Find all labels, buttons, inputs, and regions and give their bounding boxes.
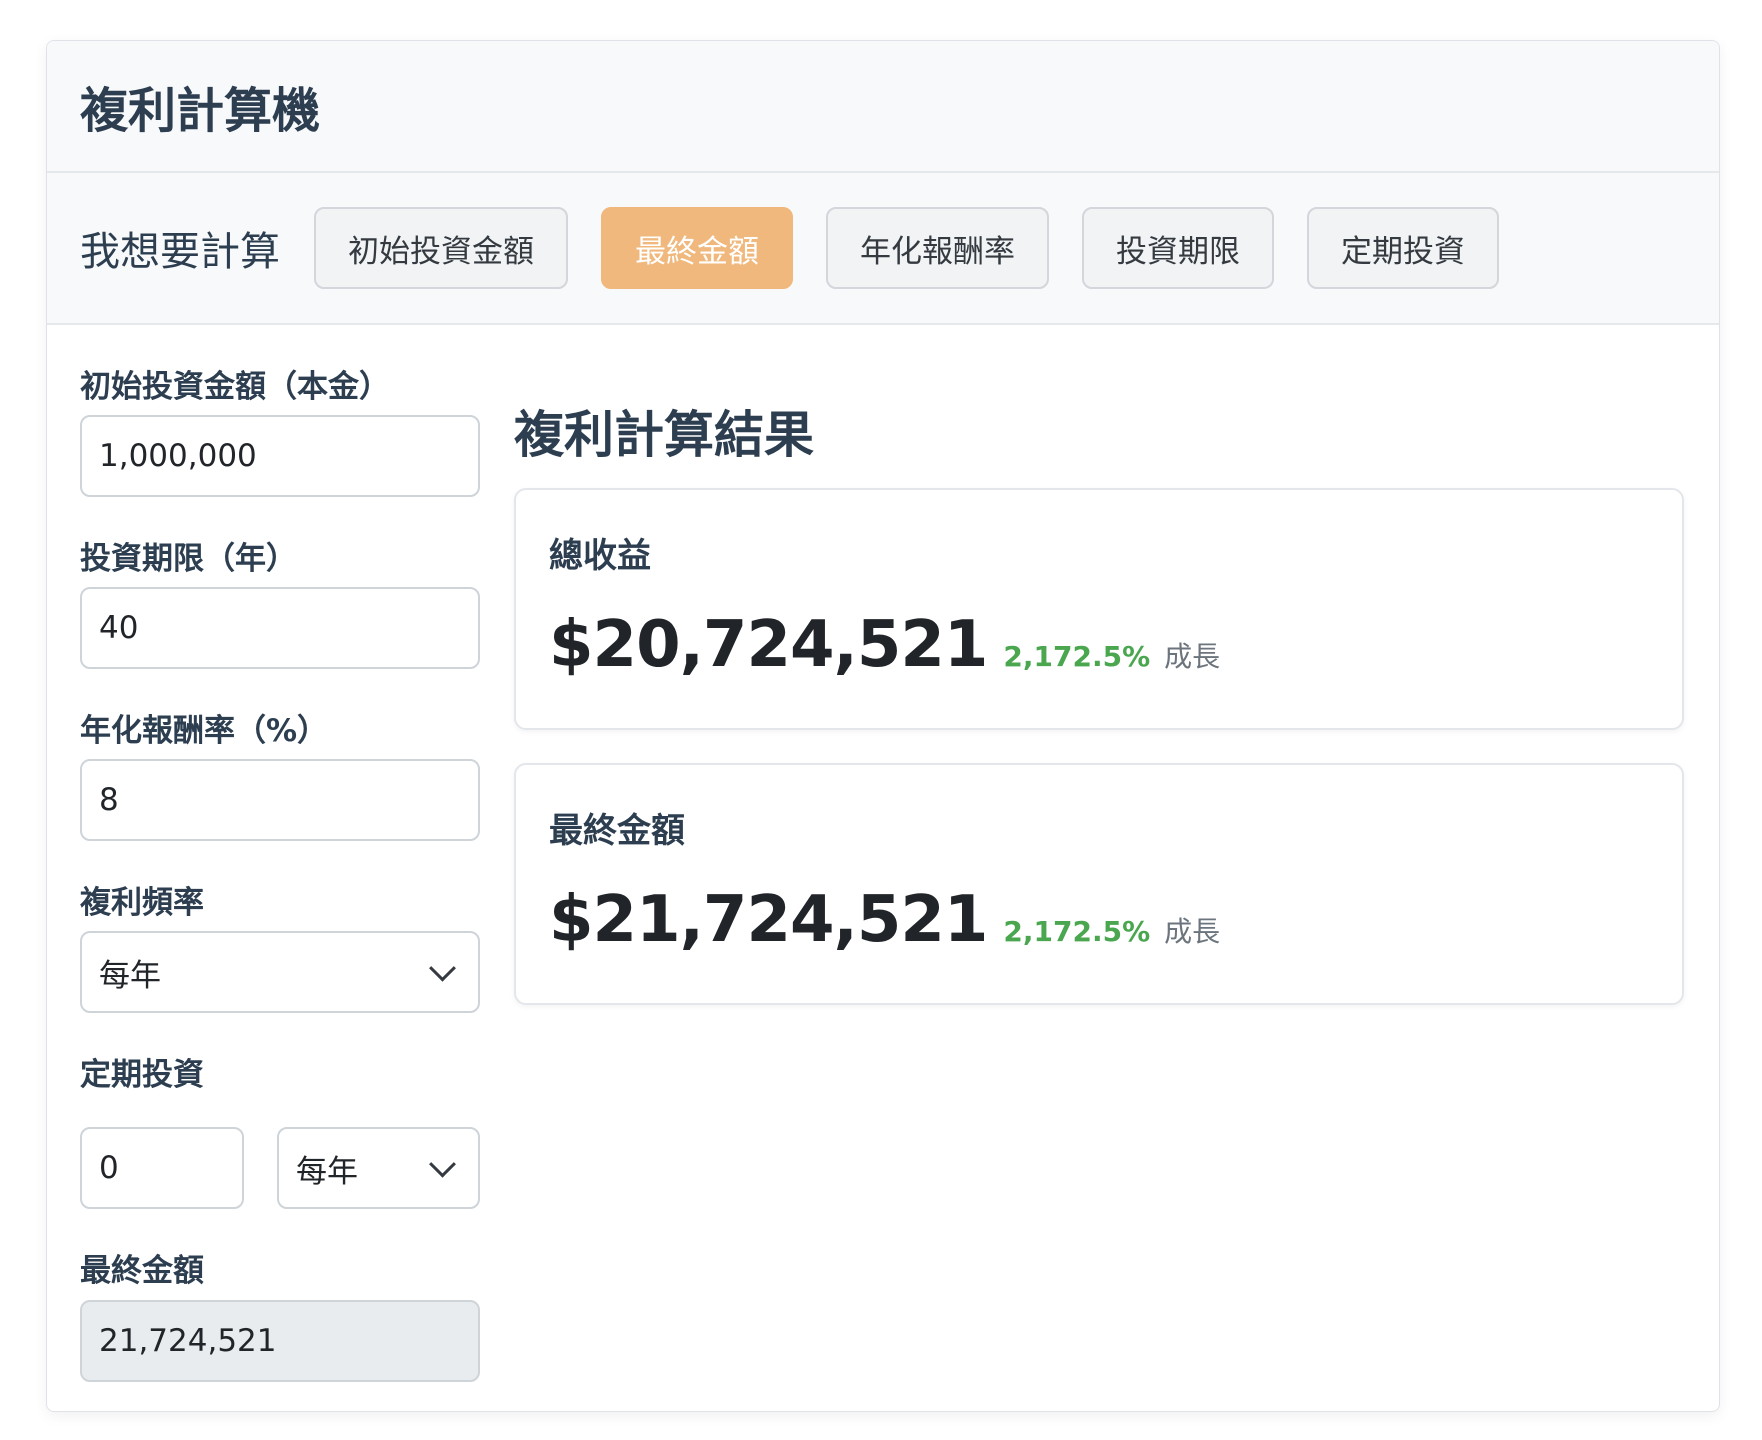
- mode-investment-period-button[interactable]: 投資期限: [1082, 207, 1274, 289]
- principal-value: 1,000,000: [99, 438, 257, 474]
- periodic-label: 定期投資: [80, 1057, 204, 1093]
- frequency-value: 每年: [99, 957, 161, 994]
- result-label: 最終金額: [549, 811, 685, 851]
- periodic-frequency-value: 每年: [296, 1153, 358, 1190]
- periodic-amount-input[interactable]: 0: [80, 1127, 244, 1209]
- calculator-card: 複利計算機 我想要計算 初始投資金額 最終金額 年化報酬率 投資期限 定期投資 …: [46, 40, 1720, 1412]
- card-body: 初始投資金額（本金） 1,000,000 投資期限（年） 40 年化報酬率（%）…: [47, 325, 1719, 1411]
- periodic-amount-value: 0: [99, 1150, 119, 1186]
- years-value: 40: [99, 610, 139, 646]
- chevron-down-icon: [429, 1150, 456, 1178]
- result-amount: $21,724,521: [549, 883, 988, 957]
- frequency-label: 複利頻率: [80, 885, 204, 921]
- rate-input[interactable]: 8: [80, 759, 480, 841]
- principal-input[interactable]: 1,000,000: [80, 415, 480, 497]
- result-value-line: $21,724,521 2,172.5% 成長: [549, 883, 1220, 957]
- rate-value: 8: [99, 782, 119, 818]
- final-amount-card: 最終金額 $21,724,521 2,172.5% 成長: [514, 763, 1684, 1005]
- final-amount-label: 最終金額: [80, 1253, 204, 1289]
- results-title: 複利計算結果: [514, 406, 814, 464]
- growth-percent: 2,172.5%: [1003, 640, 1151, 673]
- frequency-select[interactable]: 每年: [80, 931, 480, 1013]
- result-amount: $20,724,521: [549, 608, 988, 682]
- principal-label: 初始投資金額（本金）: [80, 369, 390, 405]
- rate-label: 年化報酬率（%）: [80, 713, 329, 749]
- result-value-line: $20,724,521 2,172.5% 成長: [549, 608, 1220, 682]
- mode-initial-investment-button[interactable]: 初始投資金額: [314, 207, 568, 289]
- final-amount-output: 21,724,521: [80, 1300, 480, 1382]
- mode-final-amount-button[interactable]: 最終金額: [601, 207, 793, 289]
- result-label: 總收益: [549, 536, 651, 576]
- final-amount-value: 21,724,521: [99, 1323, 277, 1359]
- years-label: 投資期限（年）: [80, 541, 297, 577]
- growth-percent: 2,172.5%: [1003, 915, 1151, 948]
- mode-periodic-investment-button[interactable]: 定期投資: [1307, 207, 1499, 289]
- calc-mode-selector: 我想要計算 初始投資金額 最終金額 年化報酬率 投資期限 定期投資: [47, 173, 1719, 325]
- growth-suffix: 成長: [1164, 915, 1221, 948]
- page-title: 複利計算機: [80, 83, 321, 139]
- growth-suffix: 成長: [1164, 640, 1221, 673]
- card-header: 複利計算機: [47, 41, 1719, 173]
- calc-mode-label: 我想要計算: [80, 229, 280, 275]
- periodic-frequency-select[interactable]: 每年: [277, 1127, 480, 1209]
- total-gain-card: 總收益 $20,724,521 2,172.5% 成長: [514, 488, 1684, 730]
- years-input[interactable]: 40: [80, 587, 480, 669]
- mode-annual-return-button[interactable]: 年化報酬率: [826, 207, 1049, 289]
- chevron-down-icon: [429, 954, 456, 982]
